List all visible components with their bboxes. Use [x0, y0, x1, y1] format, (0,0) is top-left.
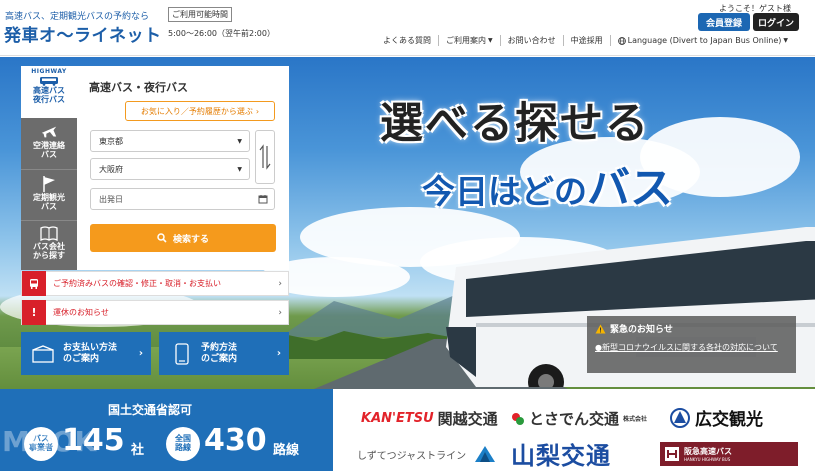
arrival-select[interactable]: 大阪府 ▼ — [90, 158, 250, 180]
search-panel-title: 高速バス・夜行バス — [89, 81, 188, 94]
companies-unit: 社 — [131, 443, 145, 458]
swap-route-button[interactable] — [255, 130, 275, 184]
warning-icon: ! — [22, 300, 46, 325]
search-button[interactable]: 検索する — [90, 224, 276, 252]
logo-tosaden-kotsu[interactable]: とさでん交通 株式会社 — [511, 408, 647, 429]
chevron-right-icon: › — [278, 278, 282, 289]
search-icon — [157, 233, 167, 243]
favorites-history-button[interactable]: お気に入り／予約履歴から選ぶ › — [125, 101, 275, 121]
search-panel: 高速バス・夜行バス お気に入り／予約履歴から選ぶ › 東京都 ▼ 大阪府 ▼ 出… — [77, 66, 289, 270]
calendar-icon — [258, 195, 268, 204]
chevron-down-icon: ▼ — [783, 37, 789, 44]
emergency-notice: 緊急のお知らせ ●新型コロナウイルスに関する各社の対応について — [587, 316, 796, 373]
smartphone-icon — [167, 342, 197, 365]
category-tabs: HIGHWAY 高速バス 夜行バス 空港連絡 バス 定期観光 バス バス会社 か… — [21, 66, 77, 270]
site-header: 高速バス、定期観光バスの予約なら 発車オ〜ライネット ご利用可能時間 5:00〜… — [0, 0, 815, 56]
tab-highway-bus[interactable]: HIGHWAY 高速バス 夜行バス — [21, 66, 77, 118]
chevron-right-icon: › — [138, 347, 143, 359]
dropdown-arrow-icon: ▼ — [237, 138, 242, 145]
globe-icon — [617, 36, 626, 45]
koukou-logo-icon — [670, 407, 690, 428]
book-icon — [40, 226, 58, 242]
dropdown-arrow-icon: ▼ — [237, 166, 242, 173]
reservation-manage-link[interactable]: ご予約済みバスの確認・修正・取消・お支払い › — [21, 271, 289, 296]
register-button[interactable]: 会員登録 — [698, 13, 750, 31]
routes-badge: 全国 路線 — [166, 427, 200, 461]
swap-icon — [259, 144, 271, 170]
emergency-notice-link[interactable]: ●新型コロナウイルスに関する各社の対応について — [595, 342, 790, 354]
shizutetsu-logo-icon — [475, 446, 496, 462]
payment-guide-button[interactable]: お支払い方法 のご案内 › — [21, 332, 151, 375]
chevron-right-icon: › — [255, 106, 260, 116]
suspension-notice-link[interactable]: ! 運休のお知らせ › — [21, 300, 289, 325]
site-logo[interactable]: 発車オ〜ライネット — [4, 21, 162, 46]
warning-icon — [595, 324, 606, 333]
nav-faq[interactable]: よくある質問 — [376, 35, 439, 46]
tab-tour-bus[interactable]: 定期観光 バス — [21, 169, 77, 220]
logo-kanetsu-kotsu[interactable]: KAN'ETSU 関越交通 — [361, 408, 498, 429]
hours-label: ご利用可能時間 — [168, 7, 232, 22]
mlit-approval: 国土交通省認可 — [108, 403, 193, 417]
tab-bus-company[interactable]: バス会社 から探す — [21, 220, 77, 270]
chevron-right-icon: › — [278, 307, 282, 318]
bus-front-icon — [22, 271, 46, 296]
hero-subheadline: 今日はどのバス — [422, 164, 673, 214]
login-button[interactable]: ログイン — [753, 13, 799, 31]
hankyu-logo-icon — [665, 447, 679, 461]
watermark: MOOK — [2, 425, 96, 458]
chevron-right-icon: › — [276, 347, 281, 359]
logo-yamanashi-kotsu[interactable]: 山梨交通 — [511, 436, 611, 471]
reservation-guide-button[interactable]: 予約方法 のご案内 › — [159, 332, 289, 375]
partner-logos: KAN'ETSU 関越交通 とさでん交通 株式会社 広交観光 しずてつジャストラ… — [333, 389, 815, 471]
tab-airport-bus[interactable]: 空港連絡 バス — [21, 118, 77, 169]
nav-contact[interactable]: お問い合わせ — [501, 35, 564, 46]
top-nav: よくある質問 ご利用案内 ▼ お問い合わせ 中途採用 Language (Dive… — [376, 35, 795, 46]
chevron-down-icon: ▼ — [488, 37, 493, 44]
nav-careers[interactable]: 中途採用 — [564, 35, 611, 46]
hero-headline: 選べる探せる — [380, 99, 650, 149]
routes-unit: 路線 — [273, 443, 300, 458]
departure-select[interactable]: 東京都 ▼ — [90, 130, 250, 152]
nav-guide[interactable]: ご利用案内 ▼ — [439, 35, 501, 46]
tosaden-logo-icon — [512, 412, 524, 425]
payment-icon — [29, 344, 59, 363]
departure-date-input[interactable]: 出発日 — [90, 188, 275, 210]
flag-icon — [43, 176, 55, 192]
logo-hankyu-highway-bus[interactable]: 阪急高速バス HANKYU HIGHWAY BUS — [660, 442, 798, 466]
nav-language[interactable]: Language (Divert to Japan Bus Online) ▼ — [611, 36, 795, 45]
hours-value: 5:00〜26:00（翌午前2:00） — [168, 29, 275, 38]
logo-shizutetsu[interactable]: しずてつジャストライン — [357, 445, 496, 463]
logo-koukou-kanko[interactable]: 広交観光 — [670, 405, 763, 430]
routes-count: 430 — [204, 423, 267, 458]
bus-icon — [40, 76, 58, 86]
airplane-icon — [41, 126, 57, 138]
